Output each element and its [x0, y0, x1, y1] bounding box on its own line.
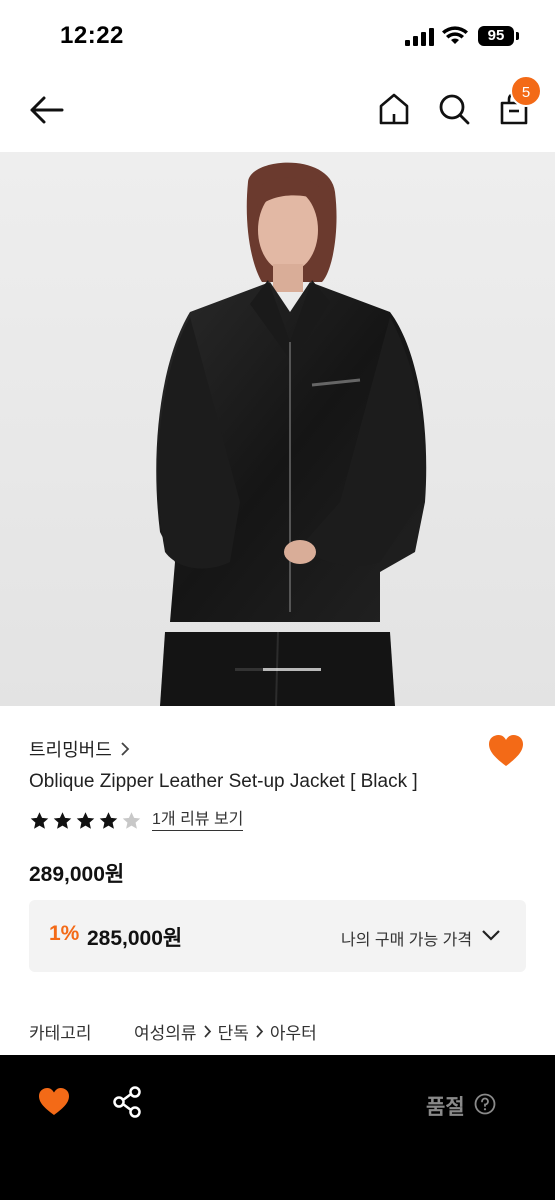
- product-image[interactable]: [0, 152, 555, 706]
- help-icon[interactable]: [474, 1093, 496, 1115]
- top-navigation: 5: [0, 70, 555, 152]
- bottom-action-bar: 품절: [0, 1055, 555, 1200]
- star-filled-icon: [30, 811, 49, 829]
- star-filled-icon: [76, 811, 95, 829]
- star-filled-icon: [53, 811, 72, 829]
- star-empty-icon: [122, 811, 141, 829]
- product-photo: [0, 152, 555, 706]
- chevron-right-icon: [256, 1025, 263, 1038]
- discount-rate: 1%: [49, 922, 80, 945]
- back-arrow-icon[interactable]: [26, 92, 66, 128]
- battery-indicator: 95: [478, 26, 514, 46]
- status-bar: 12:22 95: [0, 0, 555, 70]
- category-item-exclusive[interactable]: 단독: [218, 1019, 249, 1044]
- category-item-women[interactable]: 여성의류: [134, 1019, 197, 1044]
- my-price-label: 나의 구매 가능 가격: [341, 932, 473, 949]
- discount-price: 285,000원: [87, 927, 183, 950]
- wifi-icon: [442, 26, 468, 44]
- category-item-outer[interactable]: 아우터: [270, 1019, 317, 1044]
- cellular-signal-icon: [405, 28, 434, 46]
- chevron-right-icon: [121, 742, 130, 756]
- original-price: 289,000원: [29, 863, 125, 886]
- brand-name: 트리밍버드: [29, 740, 112, 760]
- wishlist-heart-icon[interactable]: [38, 1087, 70, 1117]
- status-time: 12:22: [60, 22, 124, 49]
- rating-row: 1개 리뷰 보기: [29, 810, 244, 831]
- product-title: Oblique Zipper Leather Set-up Jacket [ B…: [29, 771, 418, 792]
- brand-link[interactable]: 트리밍버드: [29, 736, 130, 762]
- home-icon[interactable]: [376, 90, 412, 128]
- category-label: 카테고리: [29, 1024, 92, 1043]
- battery-tip: [516, 32, 519, 40]
- image-carousel-indicator: [235, 668, 263, 671]
- chevron-right-icon: [203, 1025, 211, 1038]
- rating-stars: [29, 811, 144, 831]
- wishlist-heart-icon[interactable]: [488, 734, 524, 768]
- category-row: 카테고리 여성의류 단독 아우터: [29, 1019, 526, 1043]
- my-price-box[interactable]: 1% 285,000원 나의 구매 가능 가격: [29, 900, 526, 972]
- category-breadcrumb: 여성의류 단독 아우터: [134, 1019, 317, 1044]
- share-icon[interactable]: [112, 1085, 142, 1119]
- star-filled-icon: [99, 811, 118, 829]
- sold-out-label: 품절: [426, 1096, 465, 1119]
- chevron-down-icon[interactable]: [481, 928, 501, 942]
- review-link[interactable]: 1개 리뷰 보기: [152, 810, 244, 831]
- search-icon[interactable]: [436, 90, 472, 128]
- cart-count-badge[interactable]: 5: [510, 75, 542, 107]
